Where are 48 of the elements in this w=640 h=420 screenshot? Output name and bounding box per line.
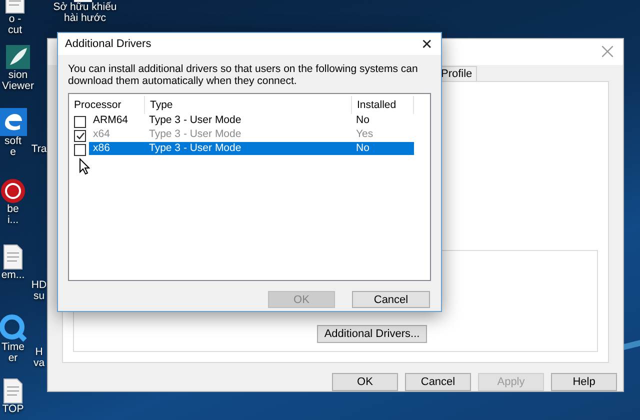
browser-icon xyxy=(0,108,27,136)
desktop-icon-label[interactable]: va xyxy=(33,358,45,369)
desktop-icon-label[interactable]: sion xyxy=(8,70,28,81)
ring-icon xyxy=(0,178,27,204)
processor-cell[interactable]: x86 xyxy=(89,142,145,155)
type-cell-text: Type 3 - User Mode xyxy=(148,128,242,141)
desktop-icon-label[interactable]: Viewer xyxy=(2,81,34,92)
desktop-icon-label[interactable]: o - xyxy=(8,14,22,25)
cursor-icon xyxy=(79,158,90,175)
dialog-button[interactable]: Cancel xyxy=(405,373,471,391)
desktop-icon-label[interactable]: be xyxy=(7,204,19,215)
column-header[interactable]: Installed xyxy=(352,96,414,114)
processor-cell[interactable]: ARM64 xyxy=(89,114,145,127)
desktop-icon-label[interactable]: Time xyxy=(2,342,24,353)
feather-icon xyxy=(5,44,31,70)
desktop-icon-label[interactable]: H xyxy=(35,347,43,358)
desktop-icon-label[interactable]: i... xyxy=(7,215,19,226)
column-header[interactable]: Processor xyxy=(69,96,145,114)
additional-drivers-button[interactable]: Additional Drivers... xyxy=(317,325,427,343)
desktop-icon-label[interactable]: Sở hữu khiếu xyxy=(53,2,117,13)
desktop-icon-label[interactable]: soft xyxy=(4,136,22,147)
installed-cell-text: No xyxy=(355,114,370,127)
checkbox[interactable] xyxy=(74,144,86,156)
desktop-icon-label[interactable]: su xyxy=(33,291,45,302)
desktop-icon-label[interactable]: em... xyxy=(1,270,25,281)
type-cell-text: Type 3 - User Mode xyxy=(148,114,242,127)
document-icon xyxy=(2,378,24,404)
type-cell: Type 3 - User Mode xyxy=(145,142,352,155)
dialog-title: Additional Drivers xyxy=(65,38,152,50)
desktop-icon-label[interactable]: cut xyxy=(8,25,22,36)
dialog-button[interactable]: Help xyxy=(551,373,617,391)
close-button[interactable]: ✕ xyxy=(421,37,433,51)
dialog-button[interactable]: OK xyxy=(332,373,398,391)
desktop-icon-label[interactable]: TOP xyxy=(2,404,24,415)
document-icon xyxy=(2,244,24,270)
desktop-icon-label[interactable]: er xyxy=(8,353,18,364)
installed-cell: No xyxy=(352,142,414,155)
desktop-icon-label[interactable]: e xyxy=(10,147,16,158)
checkbox[interactable] xyxy=(74,116,86,128)
desktop-icon-label[interactable]: hài hước xyxy=(64,13,106,24)
desktop-icon-label[interactable]: Tra xyxy=(31,144,47,155)
player-icon xyxy=(0,314,27,342)
installed-cell-text: Yes xyxy=(355,128,374,141)
close-icon[interactable] xyxy=(602,45,613,59)
desktop-icon-label[interactable]: HD xyxy=(31,280,47,291)
dialog-button[interactable]: Cancel xyxy=(352,291,430,308)
column-header[interactable]: Type xyxy=(145,96,352,114)
description-text: You can install additional drivers so that users on the following systems can download them automatically when they connect. xyxy=(68,63,419,87)
